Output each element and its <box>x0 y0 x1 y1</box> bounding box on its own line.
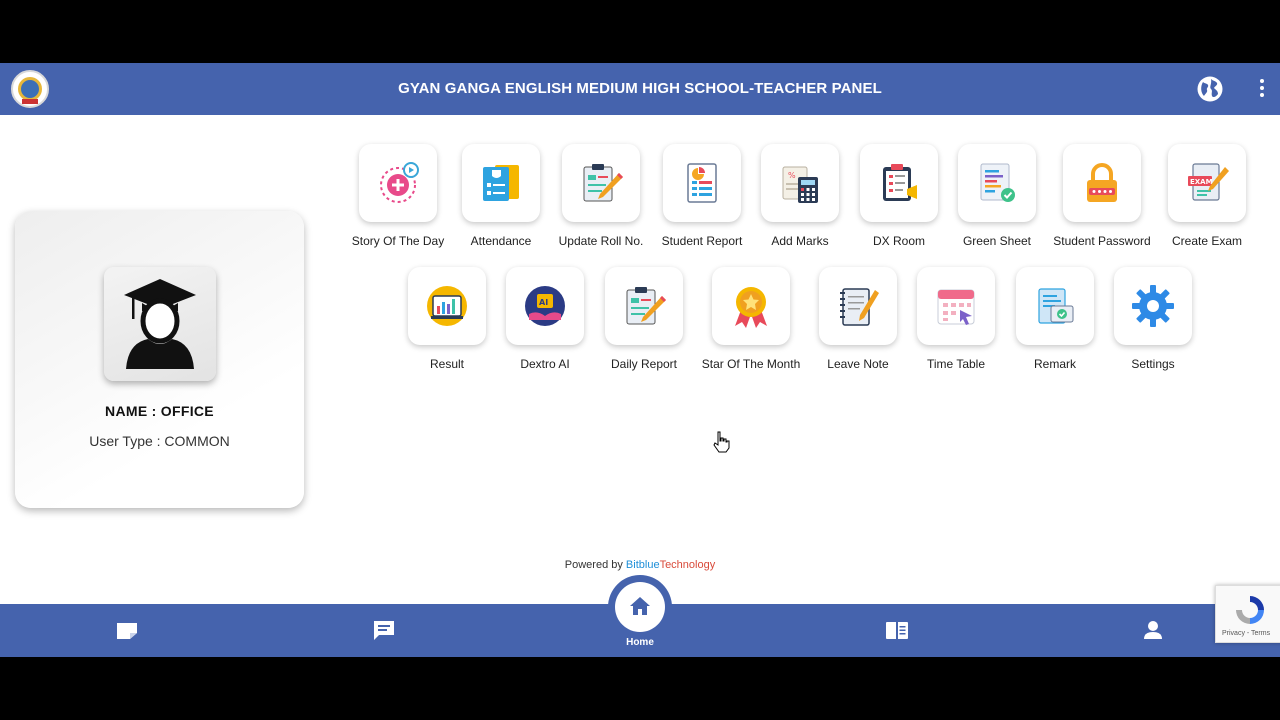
tile-box <box>712 267 790 345</box>
user-profile-icon[interactable] <box>1140 618 1166 642</box>
tile-create-exam[interactable]: EXAM Create Exam <box>1157 144 1257 248</box>
home-button[interactable] <box>615 582 665 632</box>
result-icon <box>427 286 467 326</box>
tile-box <box>917 267 995 345</box>
tile-label: Green Sheet <box>962 234 1032 248</box>
more-vertical-icon[interactable] <box>1252 79 1272 101</box>
add-marks-icon: % <box>782 166 818 203</box>
tile-label: Add Marks <box>771 234 829 248</box>
tile-label: Student Password <box>1053 234 1151 248</box>
tile-box <box>819 267 897 345</box>
ai-badge-text: AI <box>539 298 548 307</box>
student-password-icon <box>1087 163 1117 202</box>
tile-label: Create Exam <box>1171 234 1243 248</box>
create-exam-icon: EXAM <box>1188 163 1229 201</box>
tile-attendance[interactable]: Attendance <box>451 144 551 248</box>
tile-box: AI <box>506 267 584 345</box>
chat-icon[interactable] <box>371 618 397 642</box>
leave-note-icon <box>840 288 879 326</box>
tile-label: Time Table <box>926 357 986 371</box>
attendance-icon <box>483 165 519 201</box>
tile-student-password[interactable]: Student Password <box>1052 144 1152 248</box>
tile-label: Remark <box>1033 357 1076 371</box>
tile-box <box>1114 267 1192 345</box>
student-report-icon <box>687 163 717 203</box>
tile-label: Attendance <box>470 234 532 248</box>
green-sheet-icon <box>980 163 1015 202</box>
tile-box <box>1063 144 1141 222</box>
tile-dx-room[interactable]: DX Room <box>849 144 949 248</box>
tile-box <box>408 267 486 345</box>
tile-box <box>958 144 1036 222</box>
tile-box <box>860 144 938 222</box>
tile-box <box>605 267 683 345</box>
home-label: Home <box>626 637 654 648</box>
brand-link-part2[interactable]: Technology <box>660 559 716 571</box>
dextro-ai-icon: AI <box>525 286 565 326</box>
tile-label: Settings <box>1131 357 1175 371</box>
tile-box: % <box>761 144 839 222</box>
tile-star-of-the-month[interactable]: Star Of The Month <box>701 267 801 371</box>
tile-green-sheet[interactable]: Green Sheet <box>947 144 1047 248</box>
tile-student-report[interactable]: Student Report <box>652 144 752 248</box>
tile-box: EXAM <box>1168 144 1246 222</box>
exam-badge-text: EXAM <box>1190 178 1213 186</box>
tile-update-roll-no[interactable]: Update Roll No. <box>551 144 651 248</box>
tile-box <box>462 144 540 222</box>
note-icon[interactable] <box>114 618 140 642</box>
tile-leave-note[interactable]: Leave Note <box>808 267 908 371</box>
hand-cursor-icon <box>713 431 730 453</box>
brand-link-part1[interactable]: Bitblue <box>626 559 660 571</box>
app-frame: GYAN GANGA ENGLISH MEDIUM HIGH SCHOOL-TE… <box>0 63 1280 657</box>
tile-box <box>562 144 640 222</box>
globe-icon[interactable] <box>1196 75 1224 103</box>
tile-box <box>1016 267 1094 345</box>
tile-label: Leave Note <box>827 357 889 371</box>
tile-label: Daily Report <box>610 357 678 371</box>
powered-by-footer: Powered by BitblueTechnology <box>0 559 1280 571</box>
tile-box <box>359 144 437 222</box>
profile-user-type: User Type : COMMON <box>89 433 230 449</box>
tile-label: DX Room <box>872 234 925 248</box>
app-title: GYAN GANGA ENGLISH MEDIUM HIGH SCHOOL-TE… <box>398 80 882 97</box>
powered-by-prefix: Powered by <box>564 559 626 571</box>
tile-daily-report[interactable]: Daily Report <box>594 267 694 371</box>
tile-label: Result <box>429 357 464 371</box>
tile-label: Story Of The Day <box>351 234 445 248</box>
daily-report-icon <box>626 287 666 325</box>
tile-remark[interactable]: Remark <box>1005 267 1105 371</box>
profile-name: NAME : OFFICE <box>105 403 214 419</box>
star-medal-icon <box>735 287 767 328</box>
time-table-icon <box>937 289 975 325</box>
recaptcha-icon <box>1236 596 1264 624</box>
top-app-bar: GYAN GANGA ENGLISH MEDIUM HIGH SCHOOL-TE… <box>0 63 1280 115</box>
tile-label: Dextro AI <box>520 357 570 371</box>
home-icon <box>630 597 650 615</box>
tile-label: Star Of The Month <box>701 357 801 371</box>
graduate-avatar-icon <box>124 279 196 369</box>
tile-dextro-ai[interactable]: AI Dextro AI <box>495 267 595 371</box>
avatar <box>104 267 216 381</box>
tile-label: Student Report <box>661 234 743 248</box>
book-icon[interactable] <box>884 618 910 642</box>
tile-label: Update Roll No. <box>558 234 644 248</box>
story-icon <box>380 162 419 203</box>
tile-result[interactable]: Result <box>397 267 497 371</box>
tile-settings[interactable]: Settings <box>1103 267 1203 371</box>
remark-icon <box>1038 288 1074 324</box>
tile-box <box>663 144 741 222</box>
profile-card: NAME : OFFICE User Type : COMMON <box>15 211 304 508</box>
recaptcha-badge[interactable]: Privacy - Terms <box>1215 585 1280 643</box>
tile-story-of-the-day[interactable]: Story Of The Day <box>348 144 448 248</box>
tile-time-table[interactable]: Time Table <box>906 267 1006 371</box>
tile-add-marks[interactable]: % Add Marks <box>750 144 850 248</box>
update-roll-icon <box>583 164 623 202</box>
settings-gear-icon <box>1132 285 1174 327</box>
svg-text:%: % <box>788 171 796 180</box>
recaptcha-text[interactable]: Privacy - Terms <box>1222 630 1270 637</box>
dx-room-icon <box>883 164 917 201</box>
